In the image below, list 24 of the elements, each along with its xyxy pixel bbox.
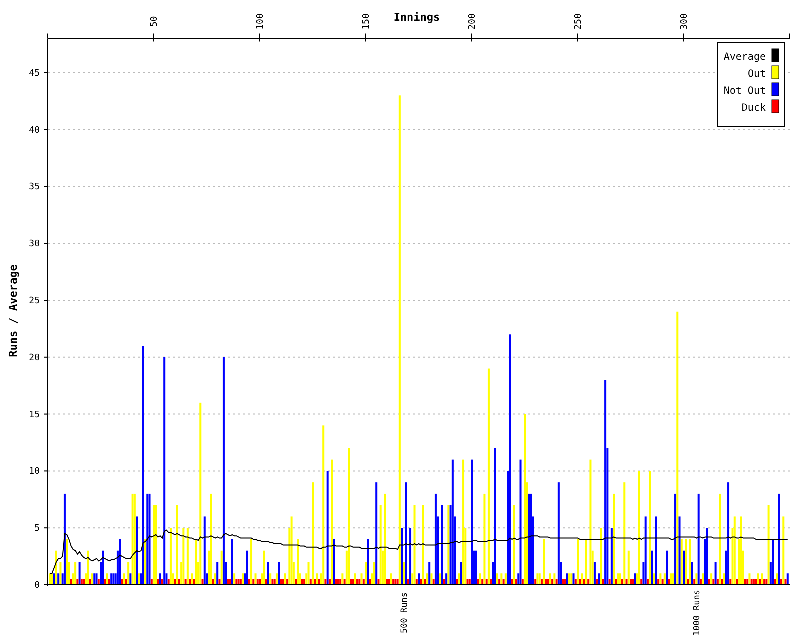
y-tick-label: 0 [34,581,40,591]
y-tick-label: 5 [34,524,40,534]
y-tick-label: 40 [29,126,40,136]
y-tick-label: 35 [29,182,40,193]
y-tick-label: 45 [29,68,40,79]
x-tick-label: 50 [150,16,160,28]
x-axis-title: Innings [394,11,440,24]
y-tick-label: 15 [29,410,40,420]
y-tick-label: 20 [29,353,40,364]
y-tick-label: 30 [29,240,40,250]
legend-label: Not Out [724,86,766,97]
runs-marker-label: 1000 Runs [692,590,703,636]
y-axis-title: Runs / Average [7,264,20,358]
x-tick-label: 200 [468,14,478,30]
x-tick-label: 150 [362,14,372,30]
legend-label: Duck [742,103,766,114]
legend-label: Out [748,69,766,80]
y-tick-label: 25 [29,296,40,306]
x-tick-label: 250 [574,14,584,30]
legend-label: Average [724,52,766,63]
x-tick-label: 300 [680,14,690,30]
y-tick-label: 10 [29,467,40,478]
runs-marker-label: 500 Runs [400,592,410,634]
x-tick-label: 100 [256,14,266,30]
